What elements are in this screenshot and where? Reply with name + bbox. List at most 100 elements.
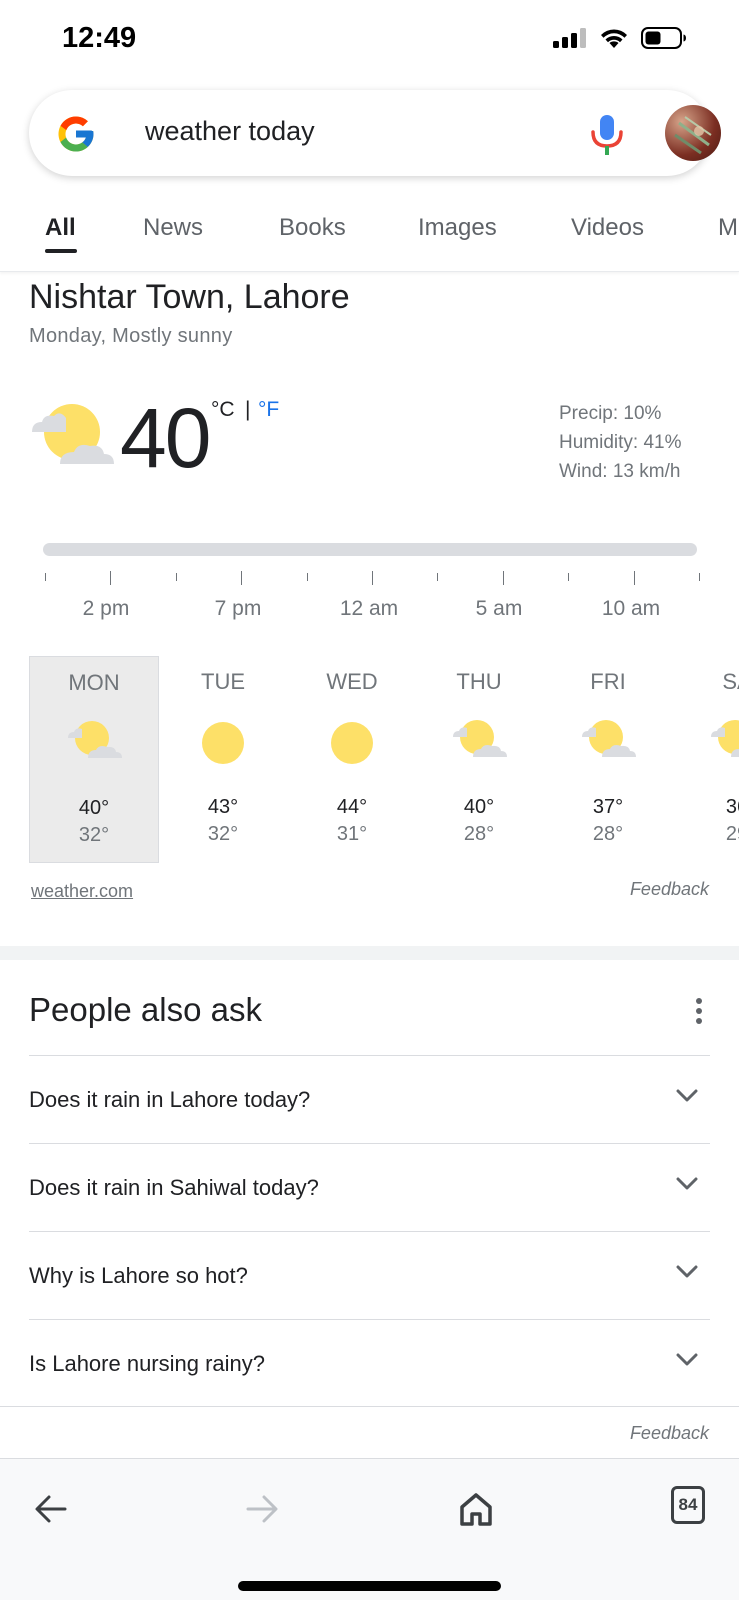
timeline-tick	[437, 573, 438, 581]
sunny-icon	[331, 722, 373, 764]
sunny-icon	[202, 722, 244, 764]
humidity-value: Humidity: 41%	[559, 432, 682, 453]
tab-images[interactable]: Images	[418, 214, 497, 242]
avatar-image-icon	[674, 116, 712, 155]
hourly-timeline-scrubber[interactable]	[43, 543, 697, 556]
forecast-day-wed[interactable]: WED 44° 31°	[287, 656, 417, 863]
daily-forecast: MON 40° 32° TUE 43° 32° WED 44° 31° THU …	[0, 656, 739, 864]
status-bar: 12:49	[0, 0, 739, 80]
day-high: 43°	[207, 796, 239, 818]
day-high: 44°	[336, 796, 368, 818]
weather-details: Precip: 10% Humidity: 41% Wind: 13 km/h	[559, 399, 682, 486]
day-low: 28°	[463, 823, 495, 845]
day-name: TUE	[201, 669, 245, 694]
weather-condition: Monday, Mostly sunny	[29, 325, 233, 347]
chevron-down-icon[interactable]	[676, 1089, 698, 1103]
forward-arrow-icon[interactable]	[242, 1489, 282, 1529]
question-item[interactable]: Does it rain in Lahore today?	[29, 1055, 710, 1143]
weather-source-link[interactable]: weather.com	[31, 881, 133, 902]
people-also-ask-feedback-link[interactable]: Feedback	[630, 1423, 709, 1444]
google-logo-icon	[58, 116, 94, 152]
day-name: SA	[722, 669, 739, 694]
time-label: 10 am	[601, 597, 661, 620]
time-label: 12 am	[339, 597, 399, 620]
question-text: Why is Lahore so hot?	[29, 1263, 248, 1288]
day-low: 31°	[336, 823, 368, 845]
forecast-day-sat[interactable]: SA 36 29	[672, 656, 739, 863]
wind-value: Wind: 13 km/h	[559, 461, 681, 482]
chevron-down-icon[interactable]	[676, 1353, 698, 1367]
more-options-icon[interactable]	[695, 996, 703, 1026]
status-icons	[553, 27, 687, 49]
tab-books[interactable]: Books	[279, 214, 346, 242]
battery-icon	[641, 27, 686, 49]
question-item[interactable]: Does it rain in Sahiwal today?	[29, 1143, 710, 1231]
precip-value: Precip: 10%	[559, 403, 662, 424]
browser-toolbar: 84	[0, 1458, 739, 1600]
tab-all[interactable]: All	[45, 214, 76, 242]
home-indicator[interactable]	[238, 1581, 501, 1591]
partly-sunny-icon	[32, 404, 114, 464]
day-low: 32°	[78, 824, 110, 846]
day-name: FRI	[590, 669, 626, 694]
chevron-down-icon[interactable]	[676, 1177, 698, 1191]
day-high: 40°	[78, 797, 110, 819]
timeline-tick	[699, 573, 700, 581]
unit-fahrenheit-toggle[interactable]: °F	[258, 398, 279, 422]
partly-sunny-icon	[711, 720, 739, 757]
timeline-tick	[176, 573, 177, 581]
search-input[interactable]: weather today	[145, 116, 315, 147]
weather-feedback-link[interactable]: Feedback	[630, 879, 709, 900]
unit-celsius[interactable]: °C	[211, 398, 235, 422]
tab-switcher-button[interactable]: 84	[671, 1486, 705, 1524]
day-high: 37°	[592, 796, 624, 818]
day-name: MON	[68, 670, 120, 695]
timeline-tick	[634, 571, 635, 585]
back-arrow-icon[interactable]	[31, 1489, 71, 1529]
day-name: THU	[456, 669, 502, 694]
partly-sunny-icon	[68, 721, 122, 758]
question-item[interactable]: Why is Lahore so hot?	[29, 1231, 710, 1319]
question-text: Does it rain in Lahore today?	[29, 1087, 311, 1112]
tab-news[interactable]: News	[143, 214, 203, 242]
day-high: 40°	[463, 796, 495, 818]
avatar[interactable]	[665, 105, 721, 161]
status-time: 12:49	[62, 22, 137, 54]
active-tab-indicator	[45, 249, 77, 253]
timeline-tick	[241, 571, 242, 585]
forecast-day-fri[interactable]: FRI 37° 28°	[543, 656, 673, 863]
forecast-day-mon[interactable]: MON 40° 32°	[29, 656, 159, 863]
tab-more[interactable]: M	[718, 214, 738, 242]
search-bar[interactable]: weather today	[29, 90, 721, 176]
timeline-tick	[110, 571, 111, 585]
day-high: 36	[725, 796, 739, 818]
partly-sunny-icon	[582, 720, 636, 757]
forecast-day-tue[interactable]: TUE 43° 32°	[158, 656, 288, 863]
partly-sunny-icon	[453, 720, 507, 757]
unit-separator: |	[245, 398, 251, 421]
timeline-tick	[503, 571, 504, 585]
time-label: 2 pm	[82, 597, 130, 620]
people-also-ask-list: Does it rain in Lahore today? Does it ra…	[29, 1055, 710, 1407]
cellular-signal-icon	[553, 28, 586, 48]
divider	[0, 1406, 739, 1407]
forecast-day-thu[interactable]: THU 40° 28°	[414, 656, 544, 863]
search-tabs: All News Books Images Videos M	[0, 200, 739, 272]
timeline-tick	[307, 573, 308, 581]
time-label: 7 pm	[214, 597, 262, 620]
chevron-down-icon[interactable]	[676, 1265, 698, 1279]
timeline-tick	[372, 571, 373, 585]
question-text: Does it rain in Sahiwal today?	[29, 1175, 319, 1200]
people-also-ask-title: People also ask	[29, 991, 262, 1028]
timeline-tick	[45, 573, 46, 581]
day-low: 32°	[207, 823, 239, 845]
weather-location: Nishtar Town, Lahore	[29, 278, 350, 316]
question-item[interactable]: Is Lahore nursing rainy?	[29, 1319, 710, 1407]
current-temperature: 40	[120, 391, 211, 485]
microphone-icon[interactable]	[590, 114, 624, 156]
home-icon[interactable]	[456, 1489, 496, 1529]
day-low: 29	[725, 823, 739, 845]
tab-videos[interactable]: Videos	[571, 214, 644, 242]
day-name: WED	[326, 669, 378, 694]
timeline-tick	[568, 573, 569, 581]
